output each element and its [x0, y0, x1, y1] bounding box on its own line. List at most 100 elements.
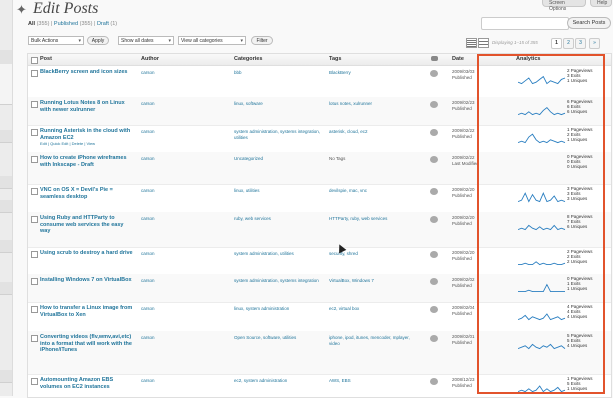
- row-actions[interactable]: Edit | Quick Edit | Delete | View: [40, 141, 95, 146]
- next-page[interactable]: »: [589, 38, 600, 49]
- tags-links[interactable]: ec2, virtual box: [329, 306, 421, 312]
- categories-links[interactable]: system administration, systems integrati…: [234, 129, 326, 140]
- comment-count-bubble[interactable]: [430, 216, 438, 223]
- author-link[interactable]: carson: [141, 216, 155, 221]
- filter-button[interactable]: Filter: [251, 36, 273, 45]
- comment-count-bubble[interactable]: [430, 335, 438, 342]
- comment-count-bubble[interactable]: [430, 70, 438, 77]
- categories-links[interactable]: system administration, utilities: [234, 251, 326, 257]
- tags-links[interactable]: AWS, EBS: [329, 378, 421, 384]
- author-link[interactable]: carson: [141, 70, 155, 75]
- categories-links[interactable]: ec2, system administration: [234, 378, 326, 384]
- page-2[interactable]: 2: [563, 38, 574, 49]
- categories-links[interactable]: linux, utilities: [234, 188, 326, 194]
- select-all-checkbox[interactable]: [31, 57, 38, 64]
- excerpt-view-icon[interactable]: [478, 38, 489, 48]
- row-checkbox[interactable]: [31, 156, 38, 163]
- comment-count-bubble[interactable]: [430, 251, 438, 258]
- row-checkbox[interactable]: [31, 335, 38, 342]
- post-title-link[interactable]: How to transfer a Linux image from Virtu…: [40, 305, 135, 318]
- row-checkbox[interactable]: [31, 278, 38, 285]
- author-link[interactable]: carson: [141, 129, 155, 134]
- post-title-link[interactable]: VNC on OS X = Devil's Pie = seamless des…: [40, 187, 135, 200]
- categories-links[interactable]: Open Source, software, utilities: [234, 335, 326, 341]
- categories-select[interactable]: View all categories: [178, 36, 246, 46]
- screen-options-button[interactable]: Screen Options: [542, 0, 586, 12]
- post-title-link[interactable]: Converting videos (flv,wmv,avi,etc) into…: [40, 334, 135, 354]
- tags-links[interactable]: security, shred: [329, 251, 421, 257]
- help-button[interactable]: Help: [590, 0, 612, 7]
- sidebar-block[interactable]: [0, 240, 12, 253]
- sidebar-block[interactable]: [0, 200, 12, 213]
- col-tags[interactable]: Tags: [329, 56, 341, 62]
- page-1[interactable]: 1: [551, 38, 562, 49]
- tags-links[interactable]: asterisk, cloud, ec2: [329, 129, 421, 135]
- tags-links[interactable]: lotus notes, xulrunner: [329, 101, 421, 107]
- col-author[interactable]: Author: [141, 56, 159, 62]
- tags-links[interactable]: iphone, ipod, itunes, mencoder, mplayer,…: [329, 335, 421, 346]
- list-view-icon[interactable]: [466, 38, 477, 48]
- apply-button[interactable]: Apply: [87, 36, 109, 45]
- categories-links[interactable]: ruby, web services: [234, 216, 326, 222]
- sidebar-block[interactable]: [0, 282, 12, 295]
- categories-links[interactable]: linux, software: [234, 101, 326, 107]
- post-title-link[interactable]: Running Lotus Notes 8 on Linux with newe…: [40, 100, 135, 113]
- row-checkbox[interactable]: [31, 188, 38, 195]
- filter-published-count: (355): [79, 21, 93, 27]
- sidebar-block[interactable]: [0, 64, 12, 105]
- col-categories[interactable]: Categories: [234, 56, 262, 62]
- comment-count-bubble[interactable]: [430, 378, 438, 385]
- row-checkbox[interactable]: [31, 378, 38, 385]
- row-checkbox[interactable]: [31, 306, 38, 313]
- author-link[interactable]: carson: [141, 188, 155, 193]
- row-checkbox[interactable]: [31, 251, 38, 258]
- sidebar-block[interactable]: [0, 130, 12, 143]
- filter-all[interactable]: All: [28, 21, 35, 27]
- search-input[interactable]: [481, 17, 569, 30]
- comment-count-bubble[interactable]: [430, 156, 438, 163]
- comment-count-bubble[interactable]: [430, 306, 438, 313]
- comment-count-bubble[interactable]: [430, 278, 438, 285]
- comment-count-bubble[interactable]: [430, 188, 438, 195]
- row-checkbox[interactable]: [31, 70, 38, 77]
- categories-links[interactable]: bbb: [234, 70, 326, 76]
- categories-links[interactable]: system administration, systems integrati…: [234, 278, 326, 284]
- author-link[interactable]: carson: [141, 156, 155, 161]
- post-title-link[interactable]: How to create iPhone wireframes with Ink…: [40, 155, 135, 168]
- post-title-link[interactable]: Running Asterisk in the cloud with Amazo…: [40, 128, 135, 141]
- row-checkbox[interactable]: [31, 216, 38, 223]
- tags-links[interactable]: HTTParty, ruby, web services: [329, 216, 421, 222]
- categories-links[interactable]: Uncategorized: [234, 156, 326, 162]
- comment-count-bubble[interactable]: [430, 101, 438, 108]
- author-link[interactable]: carson: [141, 335, 155, 340]
- row-checkbox[interactable]: [31, 129, 38, 136]
- search-posts-button[interactable]: Search Posts: [567, 17, 611, 29]
- col-date[interactable]: Date: [452, 56, 464, 62]
- author-link[interactable]: carson: [141, 306, 155, 311]
- analytics-stat: 1 Uniques: [567, 386, 588, 391]
- filter-published[interactable]: Published: [54, 21, 78, 27]
- post-title-link[interactable]: Installing Windows 7 on VirtualBox: [40, 277, 135, 284]
- author-link[interactable]: carson: [141, 251, 155, 256]
- author-link[interactable]: carson: [141, 378, 155, 383]
- sidebar-block[interactable]: [0, 50, 12, 65]
- comment-count-bubble[interactable]: [430, 129, 438, 136]
- sidebar-block[interactable]: [0, 370, 12, 383]
- post-title-link[interactable]: Using Ruby and HTTParty to consume web s…: [40, 215, 135, 235]
- dates-select[interactable]: Show all dates: [118, 36, 174, 46]
- post-title-link[interactable]: Using scrub to destroy a hard drive: [40, 250, 135, 257]
- tags-links[interactable]: VirtualBox, Windows 7: [329, 278, 421, 284]
- filter-drafts[interactable]: Draft: [97, 21, 109, 27]
- author-link[interactable]: carson: [141, 101, 155, 106]
- bulk-actions-select[interactable]: Bulk Actions: [28, 36, 84, 46]
- categories-links[interactable]: linux, system administration: [234, 306, 326, 312]
- col-post[interactable]: Post: [40, 56, 52, 62]
- tags-links[interactable]: devilspie, mac, vnc: [329, 188, 421, 194]
- post-title-link[interactable]: BlackBerry screen and icon sizes: [40, 69, 135, 76]
- sidebar-block[interactable]: [0, 176, 12, 189]
- page-3[interactable]: 3: [575, 38, 586, 49]
- author-link[interactable]: carson: [141, 278, 155, 283]
- row-checkbox[interactable]: [31, 101, 38, 108]
- tags-links[interactable]: BlackBerry: [329, 70, 421, 76]
- post-title-link[interactable]: Automounting Amazon EBS volumes on EC2 i…: [40, 377, 135, 390]
